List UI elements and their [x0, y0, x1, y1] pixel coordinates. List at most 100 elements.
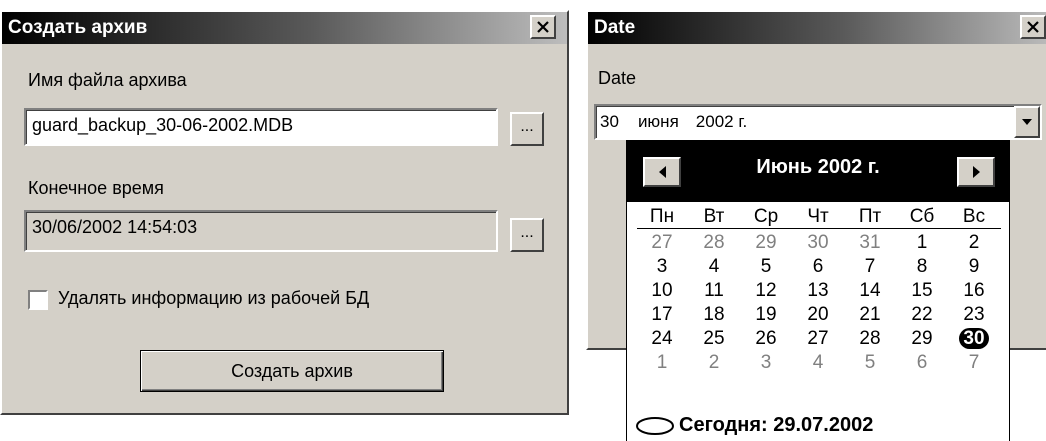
calendar-day[interactable]: 26	[739, 328, 793, 350]
calendar-day-number: 22	[911, 304, 933, 325]
arrow-right-icon	[972, 166, 980, 178]
calendar-day-number: 1	[656, 352, 668, 373]
calendar-day[interactable]: 4	[687, 256, 741, 278]
calendar-day[interactable]: 23	[947, 304, 1001, 326]
archive-dialog: Создать архив Имя файла архива guard_bac…	[0, 10, 569, 415]
close-icon	[1027, 21, 1039, 33]
calendar-day-number: 4	[708, 256, 720, 277]
calendar-day-number: 21	[859, 304, 881, 325]
calendar-day-number: 5	[864, 352, 876, 373]
calendar-day[interactable]: 9	[947, 256, 1001, 278]
calendar-day[interactable]: 29	[895, 328, 949, 350]
archive-close-button[interactable]	[530, 15, 556, 39]
date-close-button[interactable]	[1020, 15, 1046, 39]
calendar-day-number: 17	[651, 304, 673, 325]
calendar-day[interactable]: 11	[687, 280, 741, 302]
weekday-header: Пн	[649, 206, 675, 227]
calendar-day[interactable]: 5	[843, 352, 897, 374]
calendar-day-number: 30	[807, 232, 829, 253]
calendar-day[interactable]: 21	[843, 304, 897, 326]
calendar-day-number: 6	[916, 352, 928, 373]
calendar-day[interactable]: 27	[791, 328, 845, 350]
calendar-day[interactable]: 30	[791, 232, 845, 254]
calendar-day-number: 27	[651, 232, 673, 253]
calendar-day-number: 31	[859, 232, 881, 253]
calendar-day-number: 29	[755, 232, 777, 253]
calendar-day-number: 11	[704, 280, 724, 301]
calendar-day[interactable]: 14	[843, 280, 897, 302]
calendar-day[interactable]: 18	[687, 304, 741, 326]
calendar-day[interactable]: 28	[843, 328, 897, 350]
weekday-header: Вс	[962, 206, 986, 227]
calendar-day[interactable]: 2	[687, 352, 741, 374]
close-icon	[537, 21, 549, 33]
calendar-day-number: 27	[807, 328, 829, 349]
calendar-day[interactable]: 3	[739, 352, 793, 374]
calendar-day[interactable]: 10	[635, 280, 689, 302]
calendar-month-title: Июнь 2002 г.	[756, 156, 880, 178]
calendar-day[interactable]: 15	[895, 280, 949, 302]
create-archive-button[interactable]: Создать архив	[140, 350, 444, 392]
archive-dialog-title: Создать архив	[8, 17, 148, 38]
calendar-day[interactable]: 7	[947, 352, 1001, 374]
calendar-day[interactable]: 31	[843, 232, 897, 254]
calendar-day-number: 2	[708, 352, 720, 373]
weekday-header: Сб	[909, 206, 935, 227]
calendar-day-number: 3	[760, 352, 772, 373]
calendar-day[interactable]: 17	[635, 304, 689, 326]
calendar-day[interactable]: 16	[947, 280, 1001, 302]
next-month-button[interactable]	[957, 157, 995, 187]
combo-dropdown-button[interactable]	[1014, 106, 1040, 138]
calendar-header: Июнь 2002 г.	[627, 140, 1009, 202]
calendar-day[interactable]: 19	[739, 304, 793, 326]
calendar-day[interactable]: 1	[895, 232, 949, 254]
weekday-header: Ср	[753, 206, 779, 227]
weekday-header: Пт	[858, 206, 882, 227]
calendar-day-number: 1	[916, 232, 928, 253]
endtime-picker-button[interactable]: ...	[510, 218, 544, 252]
calendar-day[interactable]: 2	[947, 232, 1001, 254]
calendar-day[interactable]: 7	[843, 256, 897, 278]
combo-year: 2002 г.	[695, 112, 748, 131]
browse-filename-button[interactable]: ...	[510, 112, 544, 146]
calendar-day[interactable]: 27	[635, 232, 689, 254]
delete-info-checkbox[interactable]	[28, 290, 48, 310]
today-ellipse-icon	[636, 416, 674, 435]
calendar-day-number: 6	[812, 256, 824, 277]
calendar-day-number: 24	[651, 328, 673, 349]
calendar-day-number: 7	[864, 256, 876, 277]
calendar-day[interactable]: 24	[635, 328, 689, 350]
calendar-day-number: 28	[703, 232, 725, 253]
calendar-day[interactable]: 5	[739, 256, 793, 278]
calendar-day-number: 7	[968, 352, 980, 373]
date-combobox[interactable]: 30 июня 2002 г.	[594, 104, 1042, 140]
calendar-day-selected[interactable]: 30	[947, 328, 1001, 350]
calendar-day[interactable]: 20	[791, 304, 845, 326]
weekday-header: Чт	[807, 206, 829, 227]
calendar-day[interactable]: 22	[895, 304, 949, 326]
date-dialog-titlebar: Date	[588, 12, 1046, 44]
calendar-day[interactable]: 29	[739, 232, 793, 254]
today-link[interactable]: Сегодня: 29.07.2002	[635, 414, 873, 437]
filename-input[interactable]: guard_backup_30-06-2002.MDB	[24, 108, 498, 146]
calendar-day[interactable]: 6	[895, 352, 949, 374]
calendar-day-number: 23	[963, 304, 985, 325]
calendar-day-number: 30	[959, 328, 989, 349]
filename-label: Имя файла архива	[28, 70, 187, 90]
calendar-day-number: 19	[755, 304, 777, 325]
calendar-day[interactable]: 6	[791, 256, 845, 278]
calendar-day[interactable]: 13	[791, 280, 845, 302]
calendar-day[interactable]: 28	[687, 232, 741, 254]
calendar-day[interactable]: 3	[635, 256, 689, 278]
calendar-day[interactable]: 4	[791, 352, 845, 374]
delete-info-label: Удалять информацию из рабочей БД	[58, 288, 370, 308]
calendar-day-number: 8	[916, 256, 928, 277]
calendar-day[interactable]: 25	[687, 328, 741, 350]
endtime-label: Конечное время	[28, 178, 164, 198]
calendar-day-number: 2	[968, 232, 980, 253]
combo-day: 30	[600, 112, 619, 131]
calendar-day[interactable]: 8	[895, 256, 949, 278]
calendar-day[interactable]: 1	[635, 352, 689, 374]
calendar-day[interactable]: 12	[739, 280, 793, 302]
calendar-day-number: 14	[859, 280, 881, 301]
